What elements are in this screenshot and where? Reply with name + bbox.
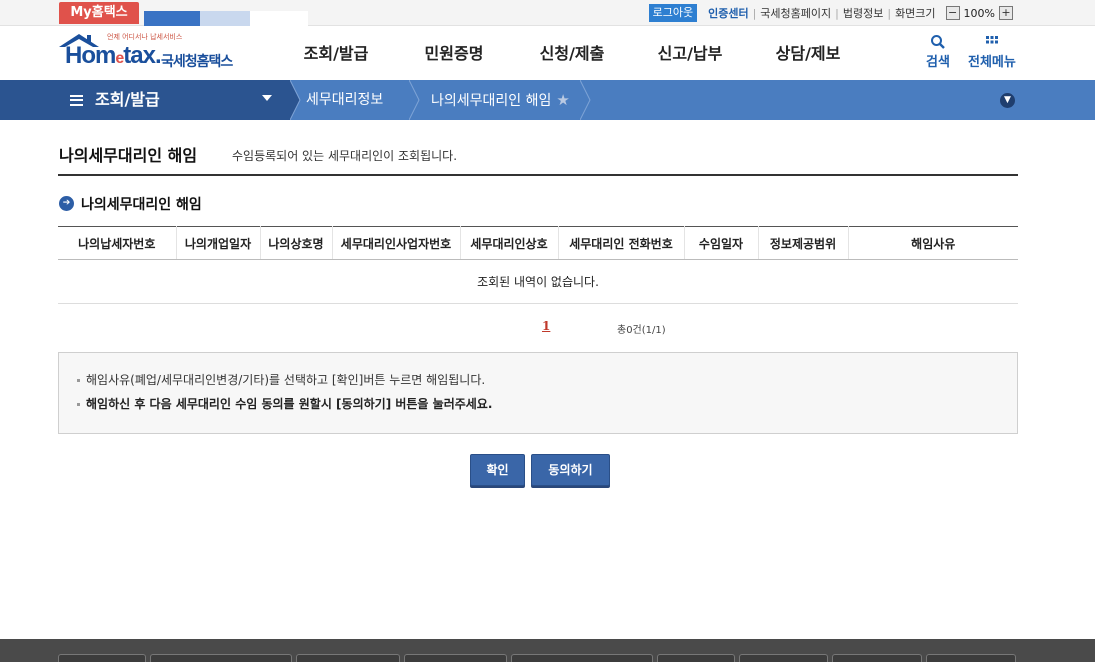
column-header: 세무대리인사업자번호 — [332, 226, 461, 260]
location-main-menu[interactable]: 조회/발급 — [0, 80, 290, 120]
notice-text: 해임사유(폐업/세무대리인변경/기타)를 선택하고 [확인]버튼 누르면 해임됩… — [86, 373, 486, 387]
gnb-apply-submit[interactable]: 신청/제출 — [513, 27, 631, 80]
breadcrumb-chevron-icon — [580, 80, 591, 120]
agree-button[interactable]: 동의하기 — [531, 454, 610, 486]
title-divider — [58, 174, 1018, 176]
breadcrumb-current-label: 나의세무대리인 해임 — [431, 93, 552, 109]
redacted-user-area — [144, 11, 200, 26]
divider: | — [752, 6, 757, 20]
my-hometax-tab[interactable]: My홈택스 — [59, 2, 139, 24]
footer-tab[interactable] — [926, 654, 1016, 662]
notice-item: 해임사유(폐업/세무대리인변경/기타)를 선택하고 [확인]버튼 누르면 해임됩… — [77, 371, 485, 388]
utility-links: 로그아웃 인증센터 | 국세청홈페이지 | 법령정보 | 화면크기 − 100%… — [648, 4, 1013, 22]
search-icon — [930, 35, 945, 49]
bullet-icon — [77, 403, 80, 406]
logo-korean: 국세청홈택스 — [161, 54, 233, 70]
zoom-out-button[interactable]: − — [945, 6, 960, 20]
footer-tab[interactable] — [150, 654, 292, 662]
breadcrumb-chevron-icon — [409, 80, 420, 120]
table-row: 조회된 내역이 없습니다. — [58, 259, 1018, 304]
column-header: 정보제공범위 — [758, 226, 849, 260]
arrow-circle-icon: ➔ — [59, 196, 74, 211]
logout-button[interactable]: 로그아웃 — [648, 4, 698, 22]
column-header: 세무대리인 전화번호 — [558, 226, 685, 260]
breadcrumb-tax-agent-info[interactable]: 세무대리정보 — [306, 80, 383, 120]
footer-tab[interactable] — [739, 654, 828, 662]
location-expand-icon[interactable]: ▼ — [1000, 93, 1015, 108]
page-description: 수임등록되어 있는 세무대리인이 조회됩니다. — [232, 149, 458, 163]
column-header: 세무대리인상호 — [460, 226, 559, 260]
hamburger-icon — [70, 94, 83, 106]
page-number-current[interactable]: 1 — [542, 319, 550, 333]
footer-tab[interactable] — [58, 654, 146, 662]
confirm-button[interactable]: 확인 — [470, 454, 525, 486]
column-header: 나의납세자번호 — [58, 226, 177, 260]
table-header-row: 나의납세자번호 나의개업일자 나의상호명 세무대리인사업자번호 세무대리인상호 … — [58, 226, 1018, 260]
grid-menu-icon — [985, 36, 998, 44]
redacted-user-area-2 — [200, 11, 250, 26]
location-menu-label: 조회/발급 — [70, 80, 160, 120]
notice-item: 해임하신 후 다음 세무대리인 수임 동의를 원할시 [동의하기] 버튼을 눌러… — [77, 395, 492, 412]
cert-center-link[interactable]: 인증센터 — [708, 5, 748, 21]
zoom-in-button[interactable]: + — [999, 6, 1013, 20]
utility-bar: My홈택스 로그아웃 인증센터 | 국세청홈페이지 | 법령정보 | 화면크기 … — [0, 0, 1095, 26]
tax-agent-table: 나의납세자번호 나의개업일자 나의상호명 세무대리인사업자번호 세무대리인상호 … — [58, 226, 1018, 304]
all-menu-label: 전체메뉴 — [968, 55, 1016, 70]
column-header: 나의상호명 — [260, 226, 333, 260]
logo-wordmark-part: Hom — [65, 42, 116, 69]
nts-homepage-link[interactable]: 국세청홈페이지 — [760, 5, 831, 21]
section-title: 나의세무대리인 해임 — [81, 197, 202, 213]
location-bar: 조회/발급 세무대리정보 나의세무대리인 해임 ★ ▼ — [0, 80, 1095, 120]
footer-tab[interactable] — [832, 654, 922, 662]
hometax-logo[interactable]: 언제 어디서나 납세서비스 Hometax. 국세청홈택스 — [57, 32, 247, 76]
location-menu-text: 조회/발급 — [95, 90, 160, 109]
redacted-user-area-3 — [250, 11, 308, 26]
gnb-report-pay[interactable]: 신고/납부 — [631, 27, 749, 80]
bullet-icon — [77, 379, 80, 382]
law-info-link[interactable]: 법령정보 — [843, 5, 883, 21]
breadcrumb-current[interactable]: 나의세무대리인 해임 ★ — [431, 80, 570, 120]
logo-wordmark-part: tax. — [123, 42, 161, 69]
total-count: 총0건(1/1) — [617, 325, 666, 336]
footer-tab[interactable] — [296, 654, 400, 662]
footer-tab[interactable] — [511, 654, 653, 662]
search-label: 검색 — [926, 55, 950, 70]
gnb-inquiry-issue[interactable]: 조회/발급 — [277, 27, 395, 80]
breadcrumb-chevron-icon — [290, 80, 301, 120]
empty-message: 조회된 내역이 없습니다. — [58, 259, 1018, 304]
footer-tab[interactable] — [404, 654, 507, 662]
footer-bar — [0, 639, 1095, 662]
page-title: 나의세무대리인 해임 — [59, 146, 198, 165]
zoom-control: − 100% + — [945, 6, 1013, 20]
caret-down-icon — [262, 95, 272, 101]
favorite-star-icon[interactable]: ★ — [556, 91, 569, 109]
footer-tab[interactable] — [657, 654, 735, 662]
site-header: 언제 어디서나 납세서비스 Hometax. 국세청홈택스 조회/발급 민원증명… — [0, 27, 1095, 80]
notice-text: 해임하신 후 다음 세무대리인 수임 동의를 원할시 [동의하기] 버튼을 눌러… — [86, 397, 493, 411]
column-header: 나의개업일자 — [176, 226, 261, 260]
zoom-value: 100% — [963, 6, 995, 20]
logo-tagline: 언제 어디서나 납세서비스 — [107, 33, 183, 41]
all-menu-button[interactable]: 전체메뉴 — [968, 33, 1016, 70]
logo-wordmark: Hometax. — [65, 42, 162, 70]
column-header: 해임사유 — [848, 226, 1018, 260]
notice-box: 해임사유(폐업/세무대리인변경/기타)를 선택하고 [확인]버튼 누르면 해임됩… — [58, 352, 1018, 434]
divider: | — [835, 6, 839, 20]
gnb-consult-report[interactable]: 상담/제보 — [749, 27, 867, 80]
gnb-civil-certificate[interactable]: 민원증명 — [395, 27, 513, 80]
column-header: 수임일자 — [684, 226, 759, 260]
screen-size-label: 화면크기 — [895, 7, 936, 20]
search-button[interactable]: 검색 — [926, 33, 950, 70]
global-nav: 조회/발급 민원증명 신청/제출 신고/납부 상담/제보 — [277, 27, 867, 80]
divider: | — [887, 6, 892, 20]
